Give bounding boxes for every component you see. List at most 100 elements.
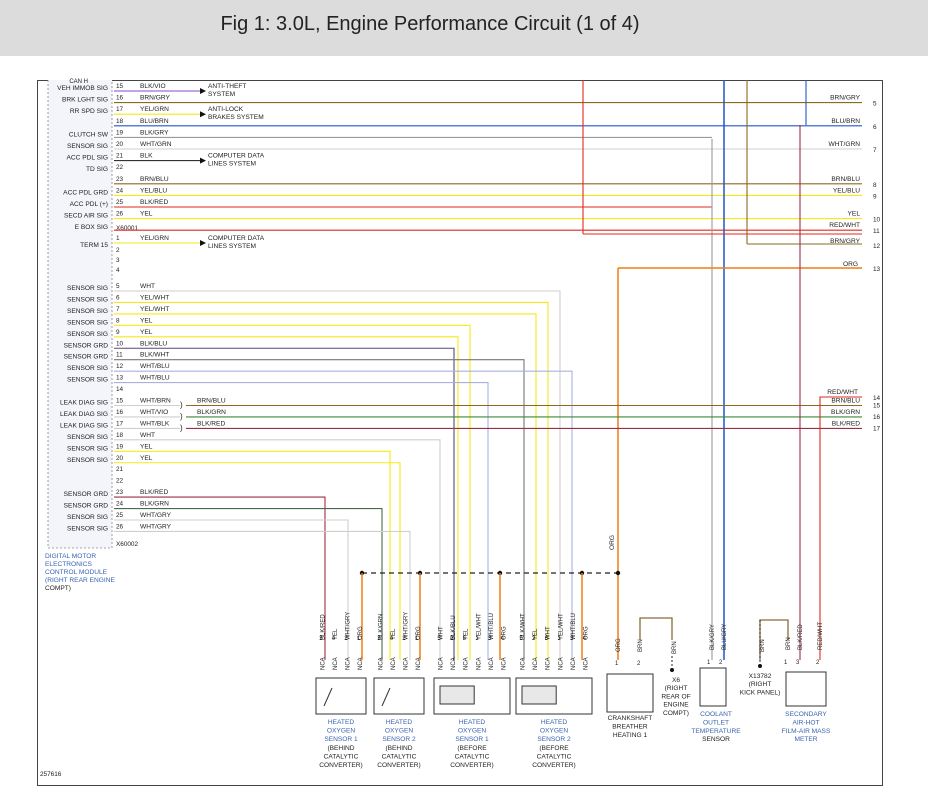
pin-label: SECD AIR SIG	[64, 213, 108, 220]
component-name: OUTLET	[703, 719, 729, 726]
pin-label: SENSOR SIG	[67, 331, 108, 338]
component-name: CATALYTIC	[537, 753, 572, 760]
pin-label: TD SIG	[86, 166, 108, 173]
ground-dot	[670, 668, 674, 672]
pin-number: 22	[116, 478, 124, 485]
wire-brn-ground	[639, 617, 673, 640]
pin-label: SENSOR SIG	[67, 434, 108, 441]
wire-sensor	[114, 496, 326, 660]
terminal-number: 17	[873, 425, 881, 432]
wire-code: ORG	[616, 638, 622, 652]
component-name: SENSOR 1	[455, 736, 489, 743]
pin-number: 1	[116, 235, 120, 242]
pin-label: SENSOR SIG	[67, 377, 108, 384]
ground-name: (RIGHT	[749, 681, 772, 688]
pin-number: 15	[116, 398, 124, 405]
heater-element	[521, 685, 557, 705]
nca-label: NCA	[451, 657, 457, 670]
pin-number: 10	[116, 340, 124, 347]
module-name: COMPT)	[45, 585, 71, 592]
nca-label: NCA	[502, 657, 508, 670]
component-body	[606, 673, 654, 713]
wire-code: RED/WHT	[818, 622, 824, 650]
wire-code: YEL	[140, 211, 153, 218]
pin-label: SENSOR GRD	[64, 354, 109, 361]
ground-name: ENGINE	[663, 702, 689, 709]
wire-end-code: BLK/GRN	[831, 409, 860, 416]
sensor-body	[373, 677, 425, 715]
arrow-head	[200, 88, 206, 94]
pin-label: SENSOR SIG	[67, 308, 108, 315]
nca-label: NCA	[489, 657, 495, 670]
pin-label: SENSOR SIG	[67, 457, 108, 464]
terminal-number: 9	[873, 193, 877, 200]
connector-x60002: X60002	[116, 541, 138, 548]
wire-code: BLK/GRY	[710, 624, 716, 650]
pin-number: 13	[116, 375, 124, 382]
pin-number: 1	[615, 661, 619, 667]
nca-label: NCA	[438, 657, 444, 670]
wire-end-code: RED/WHT	[829, 222, 860, 229]
wire-sensor	[114, 336, 459, 660]
pin-number: 21	[116, 466, 124, 473]
nca-label: NCA	[391, 657, 397, 670]
wire-code: YEL	[140, 317, 153, 324]
system-name: BRAKES SYSTEM	[208, 114, 264, 121]
pin-number: 24	[116, 501, 124, 508]
wire-redwht-14	[819, 396, 862, 660]
ground-name: REAR OF	[661, 693, 690, 700]
pin-number: 18	[116, 118, 124, 125]
wire-code: WHT/GRN	[140, 141, 172, 148]
terminal-number: 10	[873, 217, 881, 224]
component-name: SENSOR	[702, 736, 730, 743]
pin-number: 19	[116, 443, 124, 450]
ground-name: KICK PANEL)	[740, 689, 781, 696]
component-name: AIR-HOT	[792, 719, 819, 726]
module-name: CONTROL MODULE	[45, 569, 108, 576]
component-name: SENSOR 2	[537, 736, 571, 743]
terminal-number: 5	[873, 101, 877, 108]
wire-code: WHT/GRY	[140, 512, 172, 519]
system-name: COMPUTER DATA	[208, 235, 265, 242]
pin-number: 23	[116, 489, 124, 496]
pin-number: 20	[116, 141, 124, 148]
pin-label: SENSOR SIG	[67, 445, 108, 452]
ground-name: X6	[672, 677, 680, 684]
component-name: COOLANT	[700, 711, 732, 718]
pin-number: 2	[116, 247, 120, 254]
component-name: (BEFORE	[457, 745, 487, 752]
pin-label: LEAK DIAG SIG	[60, 411, 108, 418]
pin-number: 16	[116, 409, 124, 416]
wire-end-code: WHT/GRN	[829, 141, 861, 148]
component-name: HEATING 1	[613, 732, 648, 739]
component-name: HEATED	[541, 719, 567, 726]
wire-code: BLK/BLU	[140, 340, 167, 347]
pin-number: 2	[719, 660, 723, 666]
connector-x60001: X60001	[116, 225, 138, 232]
wire-end-code: BRN/BLU	[831, 176, 860, 183]
terminal-number: 16	[873, 414, 881, 421]
terminal-number: 8	[873, 182, 877, 189]
terminal-number: 15	[873, 403, 881, 410]
heater-element	[439, 685, 475, 705]
pin-number: 15	[116, 83, 124, 90]
component-name: OXYGEN	[385, 728, 413, 735]
wire-code: WHT/BRN	[140, 398, 171, 405]
component-name: CONVERTER)	[532, 762, 575, 769]
component-name: SENSOR 1	[324, 736, 358, 743]
pin-label: VEH IMMOB SIG	[57, 85, 108, 92]
wire-code: BLK	[140, 153, 153, 160]
wire-code: YEL/WHT	[140, 306, 169, 313]
nca-label: NCA	[320, 657, 326, 670]
pin-label: ACC PDL (+)	[70, 201, 108, 208]
pin-label: ACC PDL SIG	[66, 155, 108, 162]
terminal-number: 12	[873, 243, 881, 250]
component-name: METER	[794, 736, 817, 743]
nca-label: NCA	[378, 657, 384, 670]
wire-end-code: RED/WHT	[827, 389, 858, 396]
nca-label: NCA	[520, 657, 526, 670]
pin-number: 5	[116, 283, 120, 290]
wire-code: BRN	[672, 641, 678, 654]
component-name: HEATED	[328, 719, 354, 726]
wire-code: YEL/WHT	[140, 294, 169, 301]
